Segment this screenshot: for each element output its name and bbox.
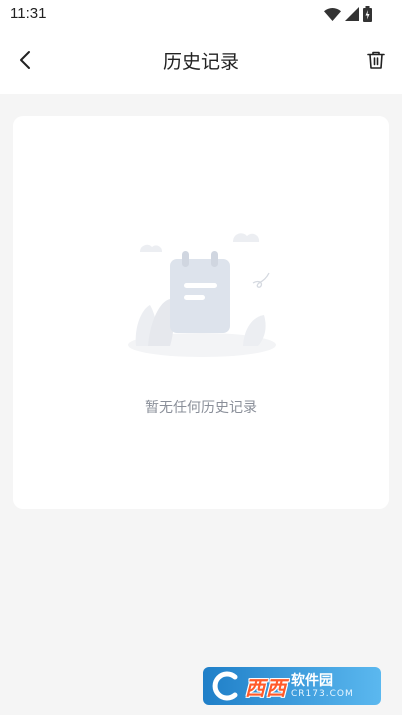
empty-state-message: 暂无任何历史记录 (145, 400, 257, 416)
page-title: 历史记录 (162, 51, 239, 73)
watermark-logo (212, 671, 238, 701)
clear-history-button[interactable] (364, 48, 388, 72)
watermark-side: 软件园 CR173.COM (291, 673, 354, 700)
watermark-brand: 软件园 (291, 672, 333, 689)
trash-icon (367, 51, 385, 69)
empty-notepad-illustration (128, 233, 276, 357)
history-list-card: 暂无任何历史记录 (13, 116, 389, 509)
watermark-main-text: 西西 (245, 675, 287, 700)
wifi-icon (324, 7, 341, 21)
status-bar: 11:31 (0, 0, 402, 28)
signal-icon (345, 7, 359, 21)
watermark-domain: CR173.COM (291, 688, 354, 699)
top-nav-bar: 历史记录 (0, 28, 402, 94)
status-icons (324, 6, 372, 22)
status-time: 11:31 (10, 5, 47, 22)
site-watermark: 西西 软件园 CR173.COM (203, 667, 381, 705)
battery-icon (363, 6, 372, 22)
